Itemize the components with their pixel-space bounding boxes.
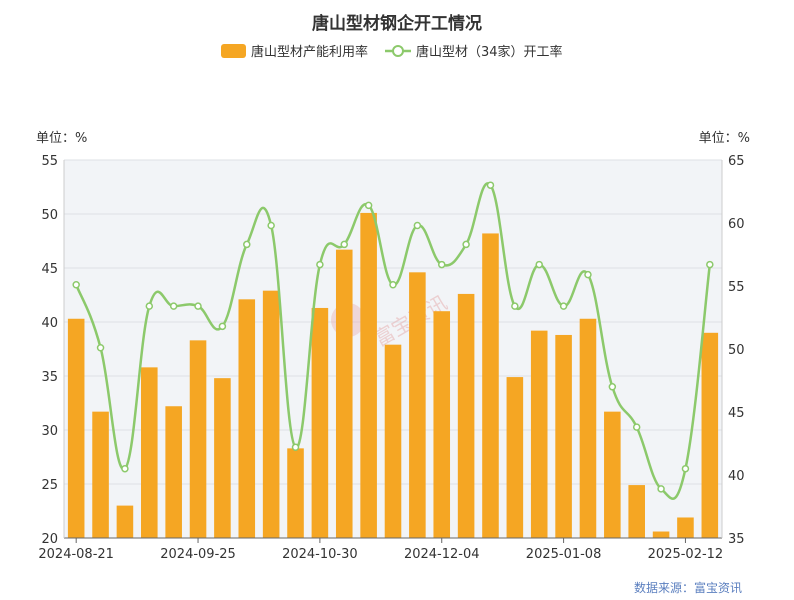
chart-svg: 唐山型材钢企开工情况 唐山型材产能利用率 唐山型材（34家）开工率 单位：% 单… [36, 13, 750, 595]
bar [335, 249, 353, 538]
line-point [218, 322, 227, 331]
left-tick-label: 50 [41, 208, 58, 223]
bar [652, 531, 670, 538]
legend-line-marker[interactable] [392, 45, 404, 57]
bar [214, 378, 231, 538]
right-axis-ticks: 35 40 45 50 55 60 65 [728, 154, 745, 547]
line-point [267, 221, 275, 230]
left-tick-label: 45 [41, 262, 58, 277]
bar [311, 307, 329, 538]
line-point [96, 343, 105, 352]
x-axis-ticks: 2024-08-21 2024-09-25 2024-10-30 2024-12-04… [38, 538, 723, 562]
right-axis-unit: 单位：% [699, 131, 750, 146]
right-tick-label: 50 [728, 343, 745, 358]
line-point [706, 260, 714, 269]
bar [67, 318, 85, 538]
x-tick-label: 2024-09-25 [160, 547, 236, 562]
right-tick-label: 60 [728, 217, 745, 232]
data-source[interactable]: 数据来源：富宝资讯 [634, 580, 742, 595]
line-point [291, 443, 300, 452]
right-tick-label: 45 [728, 406, 745, 421]
bar [579, 318, 597, 538]
left-tick-label: 20 [41, 532, 58, 547]
left-tick-label: 40 [41, 316, 58, 331]
line-point [584, 270, 592, 279]
right-tick-label: 40 [728, 469, 745, 484]
bar [433, 311, 451, 538]
bar [457, 293, 475, 538]
legend-line-label[interactable]: 唐山型材（34家）开工率 [416, 44, 563, 60]
line-point [681, 464, 690, 473]
bar [506, 377, 524, 538]
right-tick-label: 65 [728, 154, 745, 169]
bar [116, 505, 134, 538]
line-point [389, 280, 397, 289]
x-tick-label: 2024-10-30 [282, 547, 358, 562]
bar [604, 411, 621, 538]
chart-container: 唐山型材钢企开工情况 唐山型材产能利用率 唐山型材（34家）开工率 单位：% 单… [0, 0, 794, 600]
legend-bar-label[interactable]: 唐山型材产能利用率 [251, 44, 368, 60]
left-tick-label: 35 [41, 370, 58, 385]
legend-bar-swatch[interactable] [221, 44, 246, 58]
x-tick-label: 2025-01-08 [526, 547, 602, 562]
x-tick-label: 2024-08-21 [38, 547, 114, 562]
bar [409, 272, 426, 538]
bar [628, 485, 645, 538]
bar [384, 344, 402, 538]
bar [189, 340, 207, 538]
line-point [72, 280, 80, 289]
line-point [535, 260, 543, 269]
line-point [632, 423, 641, 431]
line-point [243, 240, 251, 249]
bar [92, 411, 109, 538]
left-tick-label: 30 [41, 424, 58, 439]
right-tick-label: 35 [728, 532, 745, 547]
right-tick-label: 55 [728, 280, 745, 295]
legend[interactable]: 唐山型材产能利用率 唐山型材（34家）开工率 [221, 44, 563, 60]
chart-title: 唐山型材钢企开工情况 [312, 13, 482, 34]
line-point [462, 240, 470, 249]
bar [701, 332, 719, 538]
line-point [340, 240, 349, 249]
left-tick-label: 55 [41, 154, 58, 169]
line-point [316, 260, 324, 269]
bar [555, 334, 572, 538]
line-point [194, 302, 202, 310]
line-point [121, 464, 129, 473]
x-tick-label: 2025-02-12 [648, 547, 724, 562]
line-point [169, 302, 178, 310]
line-point [486, 181, 495, 189]
x-tick-label: 2024-12-04 [404, 547, 480, 562]
bar [165, 406, 182, 538]
line-point [145, 302, 154, 310]
line-point [437, 260, 446, 269]
bar [677, 517, 694, 538]
bar [360, 212, 377, 539]
left-axis-unit: 单位：% [36, 131, 87, 146]
line-point [413, 221, 422, 230]
line-point [511, 302, 519, 310]
bar [262, 290, 280, 538]
bar [530, 330, 548, 538]
bar [141, 367, 158, 538]
bar [238, 299, 256, 538]
bar [482, 233, 499, 538]
left-tick-label: 25 [41, 478, 58, 493]
bar [287, 448, 304, 538]
line-point [559, 302, 568, 310]
line-point [364, 201, 373, 210]
line-point [608, 383, 617, 391]
line-point [657, 485, 665, 493]
left-axis-ticks: 20 25 30 35 40 45 50 55 [41, 154, 58, 547]
